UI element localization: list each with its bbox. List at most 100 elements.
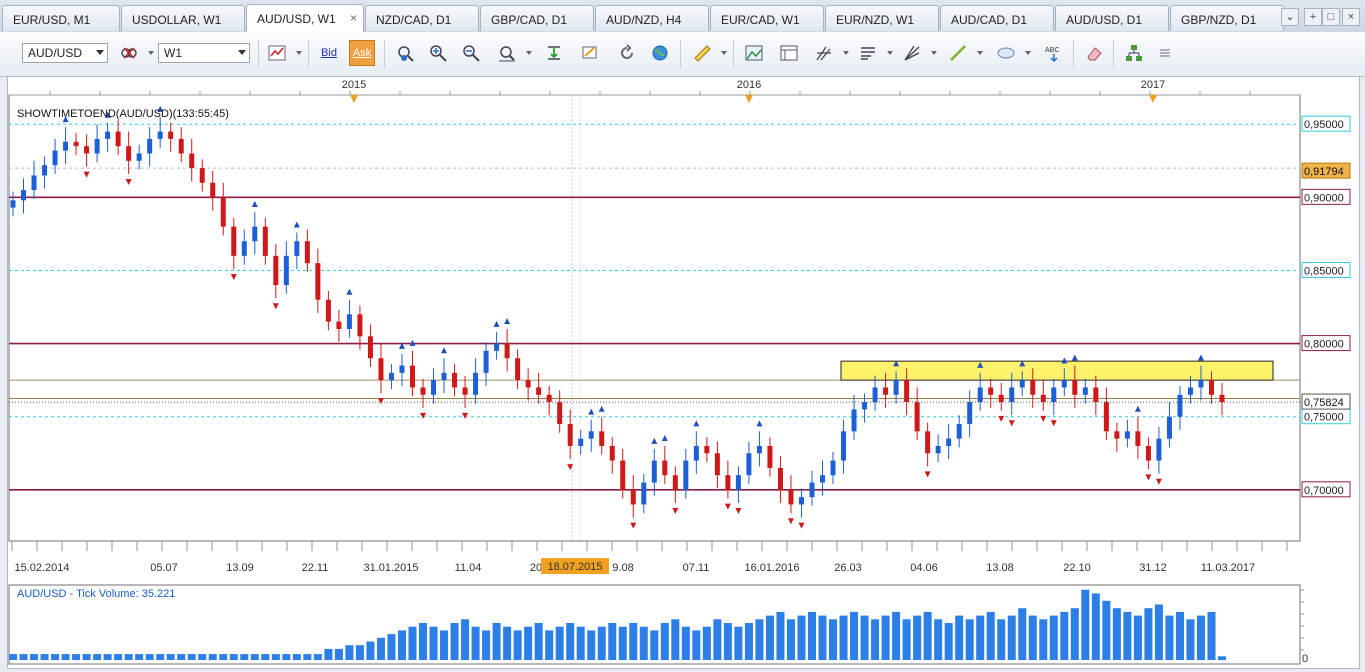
volume-bar (492, 623, 501, 660)
volume-bar (387, 634, 396, 660)
volume-bar (797, 615, 806, 660)
candle-body (367, 336, 373, 359)
candle-body (967, 402, 973, 425)
volume-bar (681, 626, 690, 660)
volume-bar (240, 654, 249, 660)
volume-bar (1102, 600, 1111, 660)
volume-bar (786, 619, 795, 660)
volume-bar (145, 654, 154, 660)
volume-bar (860, 615, 869, 660)
volume-bar (229, 654, 238, 660)
candle-body (105, 131, 111, 139)
volume-bar (1028, 615, 1037, 660)
candle-body (10, 200, 16, 208)
time-axis-label: 31.01.2015 (363, 562, 418, 574)
candle-body (115, 131, 121, 147)
candle-body (1030, 380, 1036, 395)
volume-bar (629, 623, 638, 660)
volume-bar (566, 623, 575, 660)
volume-bar (986, 611, 995, 660)
volume-bar (587, 630, 596, 660)
volume-bar (650, 630, 659, 660)
top-year-label: 2015 (342, 79, 366, 91)
candle-body (220, 197, 226, 227)
time-axis-label: 31.12 (1139, 562, 1167, 574)
volume-bar (324, 648, 333, 660)
volume-bar (419, 623, 428, 660)
candle-body (578, 438, 584, 446)
candle-body (557, 402, 563, 425)
candle-body (399, 365, 405, 373)
time-axis-label: 05.07 (150, 562, 178, 574)
candle-body (1114, 431, 1120, 439)
volume-bar (1081, 589, 1090, 660)
candle-body (904, 380, 910, 403)
volume-bar (1133, 615, 1142, 660)
volume-bar (461, 619, 470, 660)
volume-bar (1007, 615, 1016, 660)
candle-body (420, 387, 426, 395)
candle-body (241, 241, 247, 256)
candle-body (914, 402, 920, 432)
volume-bar (1144, 608, 1153, 660)
candle-body (599, 431, 605, 446)
candle-body (346, 314, 352, 329)
volume-bar (755, 619, 764, 660)
candle-body (1187, 387, 1193, 395)
candle-body (168, 131, 174, 139)
time-axis-label: 22.11 (302, 562, 329, 574)
candle-body (388, 372, 394, 381)
volume-bar (261, 654, 270, 660)
volume-bar (1165, 615, 1174, 660)
candle-body (273, 255, 279, 286)
candle-body (483, 350, 489, 373)
volume-bar (1123, 611, 1132, 660)
candle-body (494, 343, 500, 351)
candle-body (820, 475, 826, 483)
time-axis-label: 9.08 (612, 562, 633, 574)
volume-bar (156, 654, 165, 660)
candle-body (336, 321, 342, 329)
candle-body (304, 241, 310, 264)
candle-body (1072, 380, 1078, 395)
volume-bar (334, 648, 343, 660)
volume-bar (30, 654, 39, 660)
candle-body (988, 387, 994, 395)
volume-axis-zero: 0 (1302, 653, 1308, 665)
candle-body (473, 372, 479, 395)
volume-bar (744, 623, 753, 660)
candle-body (693, 445, 699, 461)
candle-body (73, 141, 79, 147)
time-axis-label: 13.08 (986, 562, 1014, 574)
volume-bar (955, 615, 964, 660)
candle-body (956, 424, 962, 439)
candle-body (21, 190, 27, 201)
top-year-label: 2016 (737, 79, 761, 91)
volume-bar (1091, 593, 1100, 660)
candle-body (1051, 387, 1057, 403)
volume-bar (639, 626, 648, 660)
price-axis-label: 0,85000 (1304, 265, 1344, 277)
volume-bar (376, 637, 385, 660)
candle-body (1040, 394, 1046, 403)
volume-bar (503, 626, 512, 660)
candle-body (84, 146, 90, 154)
volume-bar (923, 611, 932, 660)
volume-bar (471, 626, 480, 660)
volume-bar (660, 623, 669, 660)
candle-body (672, 475, 678, 490)
volume-bar (250, 654, 259, 660)
candle-body (567, 424, 573, 446)
candle-body (809, 482, 815, 498)
top-year-label: 2017 (1141, 79, 1165, 91)
price-axis-label: 0,70000 (1304, 485, 1344, 497)
candle-body (1208, 380, 1214, 395)
candle-body (1219, 394, 1225, 403)
volume-bar (934, 619, 943, 660)
candle-body (525, 380, 531, 388)
volume-bar (902, 619, 911, 660)
volume-bar (976, 615, 985, 660)
resistance-zone[interactable] (840, 360, 1274, 381)
time-axis-label: 20 (530, 562, 542, 574)
candle-body (1198, 380, 1204, 388)
